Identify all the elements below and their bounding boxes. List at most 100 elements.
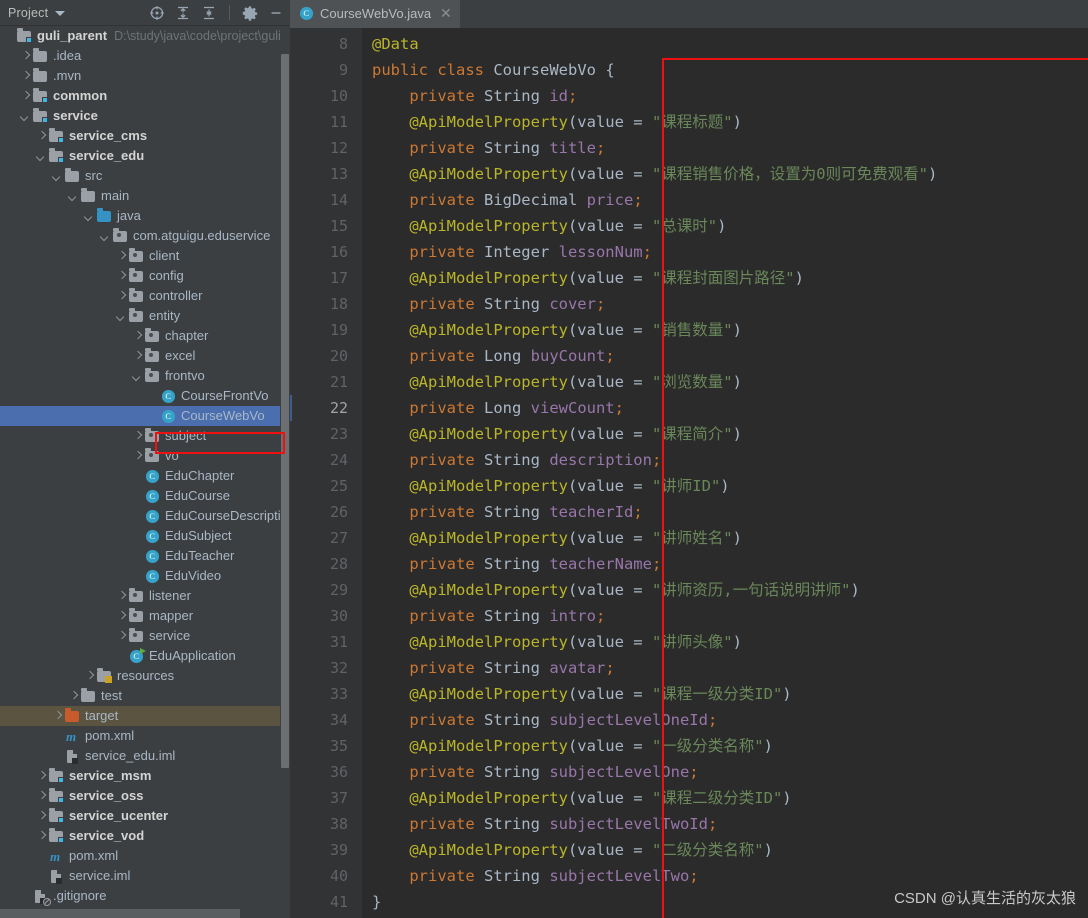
tree-node-guli-parent[interactable]: guli_parent D:\study\java\code\project\gu… bbox=[0, 26, 290, 46]
tree-node-educourse[interactable]: C EduCourse bbox=[0, 486, 290, 506]
tree-node-target[interactable]: target bbox=[0, 706, 290, 726]
chevron-right-icon[interactable] bbox=[36, 791, 47, 802]
code-line[interactable]: private String subjectLevelTwo; bbox=[372, 863, 1088, 889]
tree-node-edusubject[interactable]: C EduSubject bbox=[0, 526, 290, 546]
tree-node-service-edu-iml[interactable]: service_edu.iml bbox=[0, 746, 290, 766]
project-tree-scroll[interactable]: guli_parent D:\study\java\code\project\gu… bbox=[0, 26, 290, 918]
tree-node-service-cms[interactable]: service_cms bbox=[0, 126, 290, 146]
tree-node-pom-xml[interactable]: m pom.xml bbox=[0, 726, 290, 746]
tree-node-controller[interactable]: controller bbox=[0, 286, 290, 306]
tree-node-vo[interactable]: vo bbox=[0, 446, 290, 466]
code-line[interactable]: @ApiModelProperty(value = "讲师ID") bbox=[372, 473, 1088, 499]
tree-node-coursewebvo[interactable]: C CourseWebVo bbox=[0, 406, 290, 426]
tree-node-test[interactable]: test bbox=[0, 686, 290, 706]
tree-node-src[interactable]: src bbox=[0, 166, 290, 186]
tree-node-client[interactable]: client bbox=[0, 246, 290, 266]
chevron-right-icon[interactable] bbox=[20, 51, 31, 62]
code-line[interactable]: private Integer lessonNum; bbox=[372, 239, 1088, 265]
tree-node-mapper[interactable]: mapper bbox=[0, 606, 290, 626]
tree-node-service[interactable]: service bbox=[0, 106, 290, 126]
code-line[interactable]: private String cover; bbox=[372, 291, 1088, 317]
code-line[interactable]: @ApiModelProperty(value = "课程封面图片路径") bbox=[372, 265, 1088, 291]
chevron-right-icon[interactable] bbox=[52, 711, 63, 722]
code-line[interactable]: private Long buyCount; bbox=[372, 343, 1088, 369]
code-line[interactable]: @ApiModelProperty(value = "课程销售价格，设置为0则可… bbox=[372, 161, 1088, 187]
code-line[interactable]: @ApiModelProperty(value = "销售数量") bbox=[372, 317, 1088, 343]
tree-node-main[interactable]: main bbox=[0, 186, 290, 206]
tree-node-educoursedescription[interactable]: C EduCourseDescription bbox=[0, 506, 290, 526]
gear-icon[interactable] bbox=[242, 5, 258, 21]
editor-tab-coursewebvo[interactable]: C CourseWebVo.java ✕ bbox=[290, 0, 460, 28]
code-line[interactable]: @ApiModelProperty(value = "一级分类名称") bbox=[372, 733, 1088, 759]
chevron-right-icon[interactable] bbox=[36, 131, 47, 142]
code-line[interactable]: private String subjectLevelOneId; bbox=[372, 707, 1088, 733]
tree-node-config[interactable]: config bbox=[0, 266, 290, 286]
tree-node-service[interactable]: service bbox=[0, 626, 290, 646]
code-line[interactable]: public class CourseWebVo { bbox=[372, 57, 1088, 83]
tree-node-chapter[interactable]: chapter bbox=[0, 326, 290, 346]
minimize-icon[interactable] bbox=[268, 5, 284, 21]
tree-horizontal-scrollbar[interactable] bbox=[0, 909, 240, 918]
close-icon[interactable]: ✕ bbox=[440, 6, 452, 20]
code-line[interactable]: @ApiModelProperty(value = "课程简介") bbox=[372, 421, 1088, 447]
tree-node--gitignore[interactable]: .gitignore bbox=[0, 886, 290, 906]
panel-title[interactable]: Project bbox=[8, 6, 48, 20]
tree-node-eduapplication[interactable]: C EduApplication bbox=[0, 646, 290, 666]
chevron-down-icon[interactable] bbox=[55, 11, 66, 16]
code-line[interactable]: private Long viewCount; bbox=[372, 395, 1088, 421]
tree-node-excel[interactable]: excel bbox=[0, 346, 290, 366]
code-line[interactable]: @ApiModelProperty(value = "二级分类名称") bbox=[372, 837, 1088, 863]
code-line[interactable]: @ApiModelProperty(value = "讲师资历,一句话说明讲师"… bbox=[372, 577, 1088, 603]
chevron-down-icon[interactable] bbox=[52, 171, 63, 182]
tree-node-eduvideo[interactable]: C EduVideo bbox=[0, 566, 290, 586]
code-line[interactable]: @ApiModelProperty(value = "讲师姓名") bbox=[372, 525, 1088, 551]
tree-node-pom-xml[interactable]: m pom.xml bbox=[0, 846, 290, 866]
tree-node-service-vod[interactable]: service_vod bbox=[0, 826, 290, 846]
chevron-right-icon[interactable] bbox=[20, 71, 31, 82]
tree-node-service-edu[interactable]: service_edu bbox=[0, 146, 290, 166]
tree-node-common[interactable]: common bbox=[0, 86, 290, 106]
chevron-right-icon[interactable] bbox=[84, 671, 95, 682]
tree-node-java[interactable]: java bbox=[0, 206, 290, 226]
chevron-right-icon[interactable] bbox=[116, 631, 127, 642]
code-line[interactable]: private String avatar; bbox=[372, 655, 1088, 681]
chevron-right-icon[interactable] bbox=[116, 591, 127, 602]
code-line[interactable]: @ApiModelProperty(value = "讲师头像") bbox=[372, 629, 1088, 655]
chevron-down-icon[interactable] bbox=[132, 371, 143, 382]
chevron-down-icon[interactable] bbox=[116, 311, 127, 322]
chevron-down-icon[interactable] bbox=[84, 211, 95, 222]
tree-node--idea[interactable]: .idea bbox=[0, 46, 290, 66]
chevron-right-icon[interactable] bbox=[132, 351, 143, 362]
tree-node-listener[interactable]: listener bbox=[0, 586, 290, 606]
chevron-down-icon[interactable] bbox=[100, 231, 111, 242]
line-number-gutter[interactable]: 8 9 10 11 12 13 14 15 16 17 18 19 20 21 22 23 24 25 26 27 28… bbox=[290, 28, 362, 918]
tree-scrollbar-thumb[interactable] bbox=[281, 54, 289, 768]
tree-node-frontvo[interactable]: frontvo bbox=[0, 366, 290, 386]
code-line[interactable]: private String subjectLevelOne; bbox=[372, 759, 1088, 785]
tree-node-eduteacher[interactable]: C EduTeacher bbox=[0, 546, 290, 566]
tree-node-subject[interactable]: subject bbox=[0, 426, 290, 446]
chevron-right-icon[interactable] bbox=[116, 611, 127, 622]
code-line[interactable]: private String id; bbox=[372, 83, 1088, 109]
code-line[interactable]: private String teacherName; bbox=[372, 551, 1088, 577]
chevron-right-icon[interactable] bbox=[36, 811, 47, 822]
code-line[interactable]: private String title; bbox=[372, 135, 1088, 161]
tree-node-service-oss[interactable]: service_oss bbox=[0, 786, 290, 806]
tree-scrollbar-track[interactable] bbox=[280, 26, 290, 918]
chevron-right-icon[interactable] bbox=[116, 291, 127, 302]
code-line[interactable]: private String description; bbox=[372, 447, 1088, 473]
expand-all-icon[interactable] bbox=[175, 5, 191, 21]
tree-node-coursefrontvo[interactable]: C CourseFrontVo bbox=[0, 386, 290, 406]
code-line[interactable]: @ApiModelProperty(value = "课程一级分类ID") bbox=[372, 681, 1088, 707]
code-line[interactable]: @ApiModelProperty(value = "课程二级分类ID") bbox=[372, 785, 1088, 811]
code-line[interactable]: @Data bbox=[372, 31, 1088, 57]
code-line[interactable]: private String subjectLevelTwoId; bbox=[372, 811, 1088, 837]
chevron-right-icon[interactable] bbox=[116, 271, 127, 282]
code-line[interactable]: @ApiModelProperty(value = "总课时") bbox=[372, 213, 1088, 239]
code-line[interactable]: @ApiModelProperty(value = "课程标题") bbox=[372, 109, 1088, 135]
chevron-right-icon[interactable] bbox=[20, 91, 31, 102]
chevron-right-icon[interactable] bbox=[132, 451, 143, 462]
tree-node--mvn[interactable]: .mvn bbox=[0, 66, 290, 86]
chevron-down-icon[interactable] bbox=[68, 191, 79, 202]
tree-node-com-atguigu-eduservice[interactable]: com.atguigu.eduservice bbox=[0, 226, 290, 246]
